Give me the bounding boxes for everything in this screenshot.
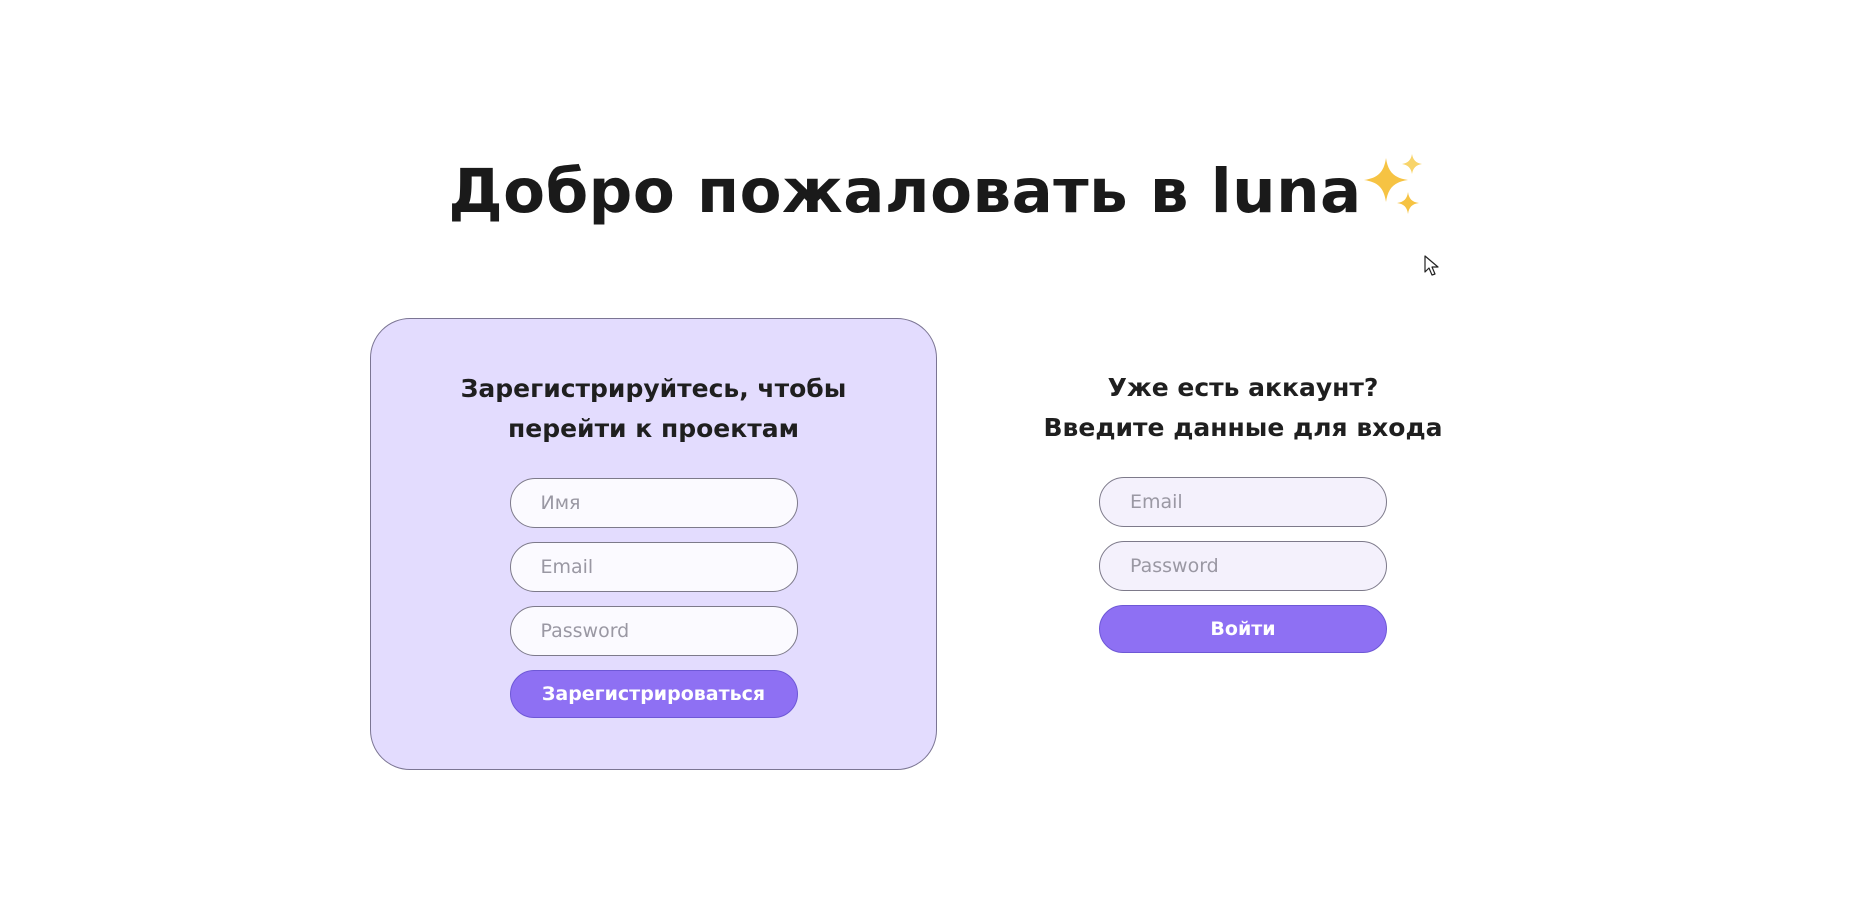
login-form: Войти bbox=[1099, 477, 1387, 653]
register-password-input[interactable] bbox=[509, 606, 798, 656]
login-card: Уже есть аккаунт? Введите данные для вхо… bbox=[1030, 318, 1456, 678]
login-button[interactable]: Войти bbox=[1099, 605, 1387, 653]
register-email-input[interactable] bbox=[509, 542, 798, 592]
page-title-text: Добро пожаловать в luna bbox=[448, 156, 1362, 227]
page: Добро пожаловать в luna Зарегистрируйтес… bbox=[0, 0, 1874, 912]
register-button[interactable]: Зарегистрироваться bbox=[509, 670, 798, 718]
login-email-input[interactable] bbox=[1099, 477, 1387, 527]
register-card: Зарегистрируйтесь, чтобы перейти к проек… bbox=[370, 318, 937, 770]
sparkles-icon bbox=[1363, 154, 1426, 236]
name-input[interactable] bbox=[509, 478, 798, 528]
mouse-cursor-icon bbox=[1424, 255, 1439, 276]
login-heading: Уже есть аккаунт? Введите данные для вхо… bbox=[1043, 373, 1443, 442]
register-form: Зарегистрироваться bbox=[509, 478, 798, 718]
register-heading: Зарегистрируйтесь, чтобы перейти к проек… bbox=[460, 374, 847, 443]
login-password-input[interactable] bbox=[1099, 541, 1387, 591]
page-title: Добро пожаловать в luna bbox=[0, 152, 1874, 236]
